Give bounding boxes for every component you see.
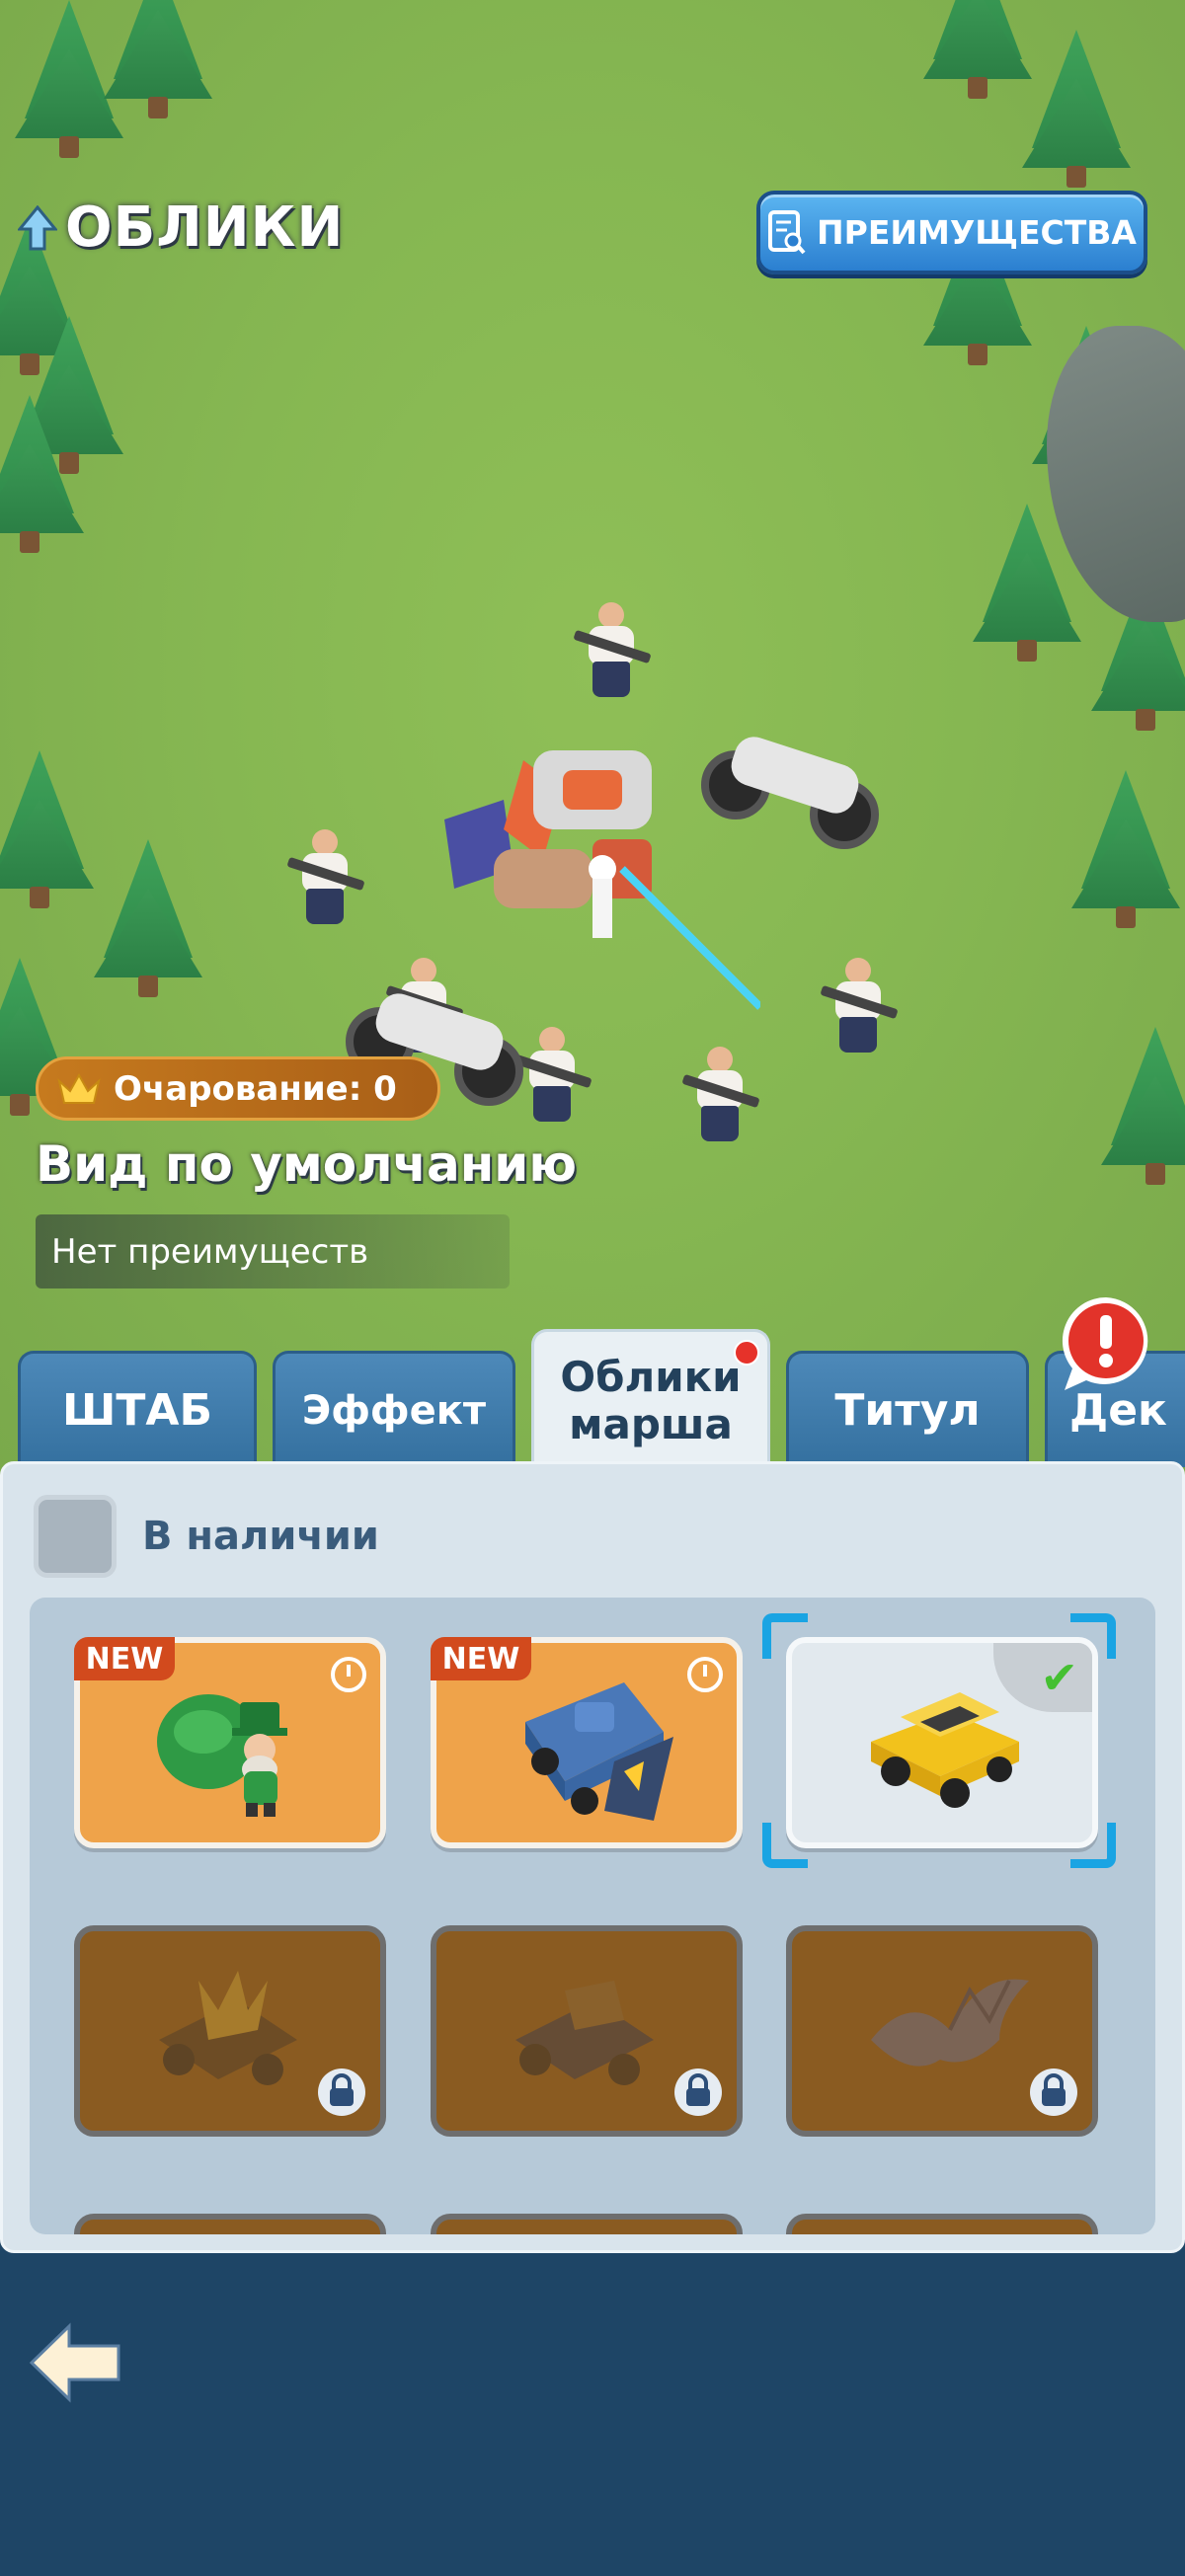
notification-dot [734,1340,759,1366]
tab-march-skins[interactable]: Облики марша [531,1329,770,1469]
skin-card-locked[interactable] [786,1925,1098,2137]
skin-card-locked[interactable] [786,2214,1098,2234]
tab-label: Дек [1069,1385,1167,1436]
skin-card-locked[interactable] [74,2214,386,2234]
charm-label: Очарование: 0 [114,1068,397,1109]
alert-icon[interactable] [1053,1293,1159,1392]
skin-card[interactable]: NEW [74,1637,386,1848]
war-cart-icon [515,1981,654,2085]
skin-card-locked[interactable] [431,1925,743,2137]
timer-icon [331,1657,366,1692]
skins-grid: NEW NEW ✔ [30,1598,1155,2234]
selection-corner [1070,1613,1116,1659]
charm-badge: Очарование: 0 [36,1056,440,1121]
yellow-jeep-icon [871,1692,1019,1808]
lock-icon [1030,2069,1077,2116]
tab-label: Облики марша [560,1352,742,1448]
tab-title[interactable]: Титул [786,1351,1029,1467]
skin-name: Вид по умолчанию [36,1135,577,1193]
leprechaun-icon [157,1694,287,1817]
page-title: ОБЛИКИ [18,195,344,260]
in-stock-label: В наличии [142,1514,379,1559]
skin-card[interactable]: NEW [431,1637,743,1848]
skin-card-locked[interactable] [74,1925,386,2137]
tab-label: ШТАБ [62,1385,212,1436]
tab-label: Эффект [301,1387,487,1434]
squad-leader-group [444,750,760,1010]
selection-corner [762,1823,808,1868]
selection-corner [1070,1823,1116,1868]
back-arrow-icon[interactable] [26,2318,124,2407]
lock-icon [674,2069,722,2116]
up-arrow-icon [18,204,57,250]
dragon-icon [871,1979,1029,2067]
skin-card-locked[interactable] [431,2214,743,2234]
rock [1047,326,1185,622]
tab-effect[interactable]: Эффект [273,1351,515,1467]
in-stock-filter[interactable]: В наличии [34,1495,379,1578]
perks-button[interactable]: ПРЕИМУЩЕСТВА [756,191,1147,274]
document-search-icon [768,209,806,254]
skin-perks: Нет преимуществ [36,1214,510,1288]
title-text: ОБЛИКИ [65,195,345,260]
lock-icon [318,2069,365,2116]
skin-card-selected[interactable]: ✔ [786,1637,1098,1848]
crown-icon [57,1072,101,1104]
tab-label: Титул [834,1385,981,1436]
spiked-chariot-icon [159,1971,297,2085]
tab-hq[interactable]: ШТАБ [18,1351,257,1467]
armored-truck-icon [525,1682,673,1821]
perks-button-label: ПРЕИМУЩЕСТВА [817,213,1137,252]
timer-icon [687,1657,723,1692]
selection-corner [762,1613,808,1659]
in-stock-checkbox[interactable] [34,1495,117,1578]
